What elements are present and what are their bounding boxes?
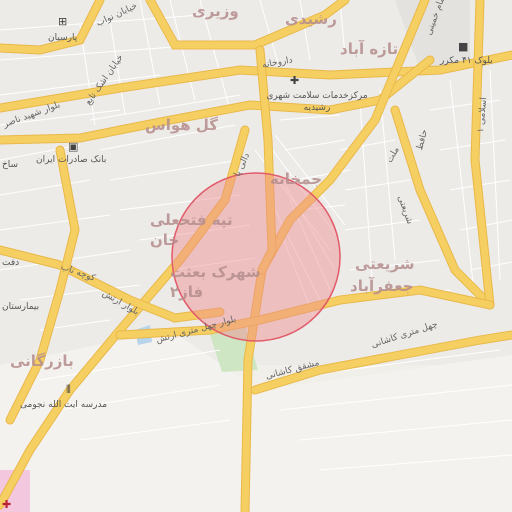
poi-bank-saderat: بانک صادرات ایران (36, 155, 107, 165)
district-taze-abad: تازه آباد (340, 40, 399, 58)
district-shariati: شریعتی (355, 255, 415, 273)
poi-health-center: مرکزخدمات سلامت شهری رشیدیه (266, 91, 368, 113)
poi-hospital: بیمارستان (2, 302, 40, 312)
map-view[interactable]: وزیری رشیدی تازه آباد گل هواس جمخانه تپه… (0, 0, 512, 512)
map-canvas (0, 0, 512, 512)
poi-dafter: دفت (2, 258, 20, 268)
poi-parsian: پارسیان (48, 33, 78, 43)
district-tappe-fathali-khan: تپه فتحعلی خان (150, 211, 233, 249)
district-bazargani: بازرگانی (10, 352, 74, 370)
poi-block-41: بلوک ۴۱ مکرر (440, 56, 493, 66)
district-shahrak-besat: شهرک بعثت فاز۲ (170, 263, 261, 301)
district-gol-havas: گل هواس (145, 116, 218, 134)
poi-saakhteman: ساخ (2, 160, 19, 170)
district-jamkhaneh: جمخانه (270, 170, 323, 188)
health-center-icon[interactable]: ✚ (290, 74, 299, 87)
building-icon[interactable]: ■ (458, 40, 468, 53)
poi-madrese: مدرسه ایت الله نجومی (20, 400, 108, 410)
search-radius-circle (171, 172, 341, 342)
school-icon[interactable]: ⦀ (66, 383, 71, 397)
district-vaziri: وزیری (192, 2, 239, 20)
bus-icon[interactable]: ⊞ (58, 15, 67, 28)
district-jafar-abad: جعفرآباد (350, 277, 414, 295)
district-rashidi: رشیدی (285, 10, 337, 28)
hospital-icon[interactable]: ✚ (2, 498, 11, 511)
bank-icon[interactable]: ▣ (68, 140, 78, 153)
